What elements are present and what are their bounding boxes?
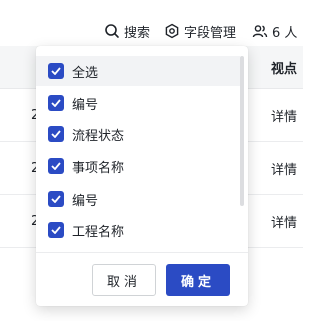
members-button[interactable]: 6 人 — [252, 19, 297, 43]
field-select-dropdown: 全选 编号 流程状态 事项名称 编号 工程名称 取消 确定 — [36, 46, 248, 306]
option-item[interactable]: 编号 — [36, 184, 240, 214]
members-count: 6 人 — [272, 25, 298, 41]
toolbar: 搜索 字段管理 6 人 — [0, 19, 331, 43]
option-item[interactable]: 流程状态 — [36, 119, 240, 149]
option-item[interactable]: 事项名称 — [36, 151, 240, 181]
option-label: 事项名称 — [72, 160, 125, 176]
option-item[interactable]: 编号 — [36, 88, 240, 118]
option-label: 全选 — [72, 65, 99, 81]
column-header-view[interactable]: 视点 — [271, 46, 297, 88]
option-label: 编号 — [72, 97, 99, 113]
search-icon — [104, 23, 120, 39]
gear-icon — [164, 23, 180, 39]
field-management-label: 字段管理 — [184, 25, 237, 41]
option-label: 编号 — [72, 193, 99, 209]
confirm-button[interactable]: 确定 — [166, 264, 230, 296]
option-item[interactable]: 工程名称 — [36, 215, 240, 245]
checkbox-checked-icon[interactable] — [48, 191, 64, 207]
scrollbar[interactable] — [240, 56, 244, 206]
option-label: 工程名称 — [72, 224, 125, 240]
search-button[interactable]: 搜索 — [104, 19, 150, 43]
checkbox-checked-icon[interactable] — [48, 95, 64, 111]
checkbox-checked-icon[interactable] — [48, 158, 64, 174]
checkbox-checked-icon[interactable] — [48, 63, 64, 79]
option-select-all[interactable]: 全选 — [36, 56, 240, 86]
table-edge — [303, 46, 331, 246]
cancel-button[interactable]: 取消 — [92, 264, 156, 296]
option-label: 流程状态 — [72, 128, 125, 144]
divider — [36, 252, 248, 253]
details-link[interactable]: 详情 — [271, 89, 303, 141]
details-link[interactable]: 详情 — [271, 142, 303, 194]
details-link[interactable]: 详情 — [271, 195, 303, 247]
people-icon — [252, 23, 268, 39]
field-management-button[interactable]: 字段管理 — [164, 19, 236, 43]
search-label: 搜索 — [124, 25, 151, 41]
checkbox-checked-icon[interactable] — [48, 126, 64, 142]
checkbox-checked-icon[interactable] — [48, 222, 64, 238]
